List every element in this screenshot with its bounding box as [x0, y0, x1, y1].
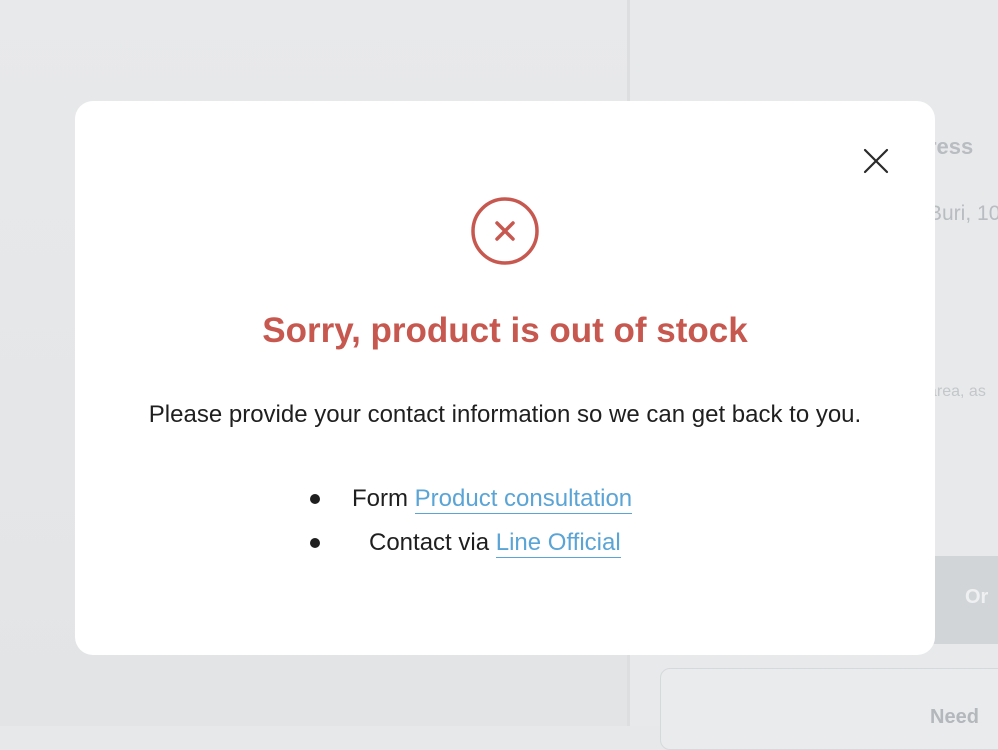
background-hint-text: area, as	[928, 383, 986, 400]
option-prefix: Form	[352, 485, 408, 512]
out-of-stock-modal: Sorry, product is out of stock Please pr…	[75, 101, 935, 655]
background-address-text: Buri, 10	[928, 202, 998, 225]
product-consultation-link[interactable]: Product consultation	[414, 485, 633, 514]
modal-title: Sorry, product is out of stock	[262, 311, 748, 350]
bullet-icon	[310, 538, 320, 548]
modal-message: Please provide your contact information …	[148, 401, 862, 428]
error-circle-x-icon	[470, 196, 540, 266]
background-order-button-label: Or	[965, 586, 989, 608]
line-official-link[interactable]: Line Official	[495, 529, 621, 558]
bullet-icon	[310, 494, 320, 504]
close-button[interactable]	[861, 146, 891, 176]
close-icon	[863, 148, 889, 174]
option-prefix: Contact via	[369, 529, 490, 556]
